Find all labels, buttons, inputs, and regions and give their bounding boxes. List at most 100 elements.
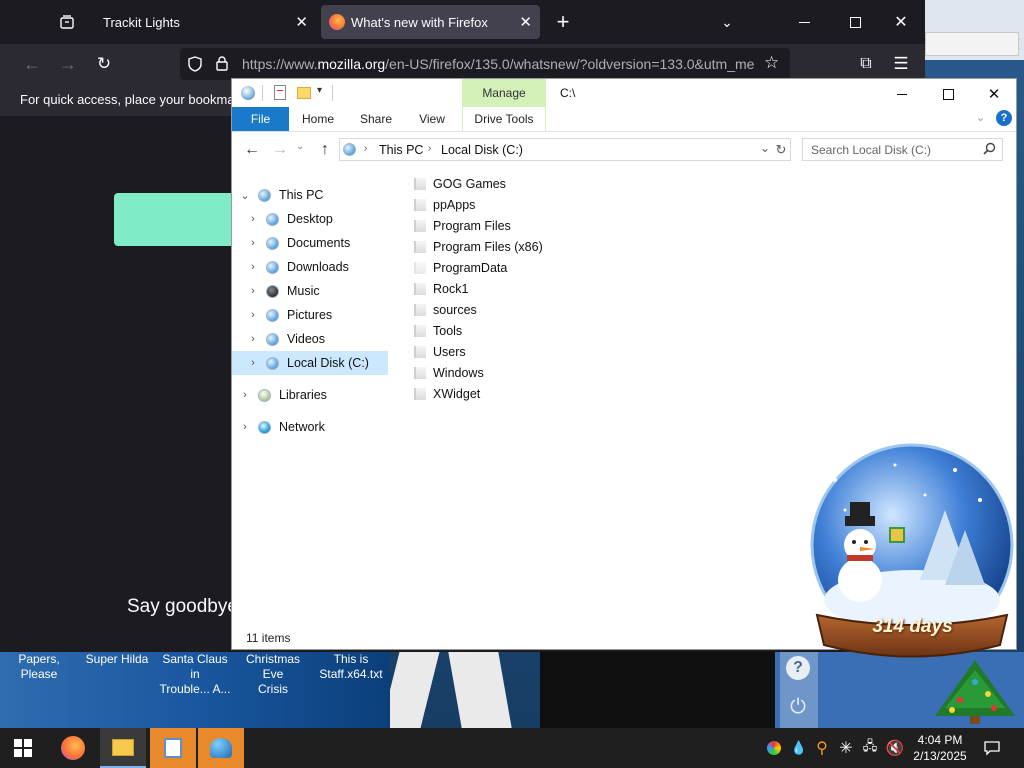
list-item[interactable]: Tools [414, 320, 462, 341]
search-input[interactable]: Search Local Disk (C:) [802, 138, 1003, 161]
address-field[interactable]: › This PC › Local Disk (C:) ⌄ [339, 138, 791, 161]
help-icon[interactable]: ? [996, 110, 1012, 126]
breadcrumb-this-pc[interactable]: This PC [379, 143, 423, 157]
list-item[interactable]: ProgramData [414, 257, 507, 278]
videos-icon [266, 332, 279, 346]
extensions-puzzle-icon[interactable]: ⧉ [854, 52, 878, 76]
desktop-icon-christmas-eve-crisis[interactable]: Christmas Eve Crisis [234, 652, 312, 697]
forward-arrow-icon[interactable]: → [56, 52, 80, 76]
tree-item-music[interactable]: › Music [246, 279, 396, 303]
taskbar-app-orange[interactable] [150, 728, 196, 768]
tray-volume-icon[interactable]: 🔇 [884, 728, 906, 768]
chevron-right-icon[interactable]: › [246, 285, 260, 297]
new-folder-icon[interactable] [297, 87, 311, 99]
list-item[interactable]: Rock1 [414, 278, 468, 299]
tray-snowflake-icon[interactable]: ✳ [836, 728, 856, 768]
back-arrow-icon[interactable]: ← [242, 140, 262, 160]
desktop-icon-super-hilda[interactable]: Super Hilda [80, 652, 154, 667]
maximize-icon[interactable] [843, 10, 867, 34]
tree-item-this-pc[interactable]: ⌄ This PC [238, 183, 388, 207]
list-item[interactable]: ppApps [414, 194, 475, 215]
chevron-right-icon[interactable]: › [246, 237, 260, 249]
tab-drive-tools[interactable]: Drive Tools [462, 107, 546, 131]
folder-icon [414, 261, 426, 274]
new-tab-plus-icon[interactable]: + [552, 9, 574, 34]
taskbar-file-explorer[interactable] [100, 728, 146, 768]
chevron-right-icon[interactable]: › [246, 357, 260, 369]
tray-colorful-icon[interactable] [764, 728, 784, 768]
firefox-logo-icon [61, 736, 85, 760]
desktop-icon-papers-please[interactable]: Papers, Please [0, 652, 78, 682]
tray-search-icon[interactable]: ⚲ [812, 728, 832, 768]
taskbar-firefox[interactable] [50, 728, 96, 768]
clock[interactable]: 4:04 PM 2/13/2025 [908, 728, 972, 768]
tree-item-downloads[interactable]: › Downloads [246, 255, 396, 279]
breadcrumb-local-disk[interactable]: Local Disk (C:) [441, 143, 523, 157]
desktop-icon-staff-txt[interactable]: This is Staff.x64.txt [314, 652, 388, 682]
forward-arrow-icon[interactable]: → [270, 140, 290, 160]
recent-locations-chevron-icon[interactable]: ⌄ [296, 141, 308, 159]
tab-share[interactable]: Share [350, 107, 402, 131]
hamburger-menu-icon[interactable]: ☰ [889, 52, 913, 76]
chevron-down-icon[interactable]: ⌄ [238, 189, 252, 202]
close-window-icon[interactable]: ✕ [980, 83, 1008, 105]
tab-whats-new[interactable]: What's new with Firefox ✕ [321, 5, 540, 39]
list-item[interactable]: Windows [414, 362, 484, 383]
tray-drop-icon[interactable]: 💧 [789, 728, 809, 768]
minimize-icon[interactable] [888, 83, 916, 105]
page-cta-button[interactable] [114, 193, 234, 246]
tree-item-documents[interactable]: › Documents [246, 231, 396, 255]
taskbar-app-widget[interactable] [198, 728, 244, 768]
up-arrow-icon[interactable]: ↑ [316, 140, 334, 160]
maximize-icon[interactable] [934, 83, 962, 105]
tab-list-icon[interactable] [52, 10, 82, 34]
manage-context-tab[interactable]: Manage [462, 79, 546, 107]
tree-item-videos[interactable]: › Videos [246, 327, 396, 351]
chevron-right-icon[interactable]: › [246, 213, 260, 225]
tray-network-icon[interactable]: 🖧 [860, 728, 880, 768]
close-window-icon[interactable]: ✕ [889, 10, 913, 34]
tree-item-local-disk[interactable]: › Local Disk (C:) [232, 351, 388, 375]
desktop-icon-santa-claus[interactable]: Santa Claus in Trouble... A... [156, 652, 234, 697]
folder-icon [414, 324, 426, 337]
ribbon-expand-chevron-icon[interactable]: ⌄ [976, 111, 990, 127]
tree-item-network[interactable]: › Network [238, 415, 388, 439]
refresh-icon[interactable]: ↻ [772, 140, 790, 160]
list-item[interactable]: sources [414, 299, 477, 320]
chevron-down-icon[interactable]: ⌄ [716, 10, 738, 34]
list-item[interactable]: GOG Games [414, 173, 506, 194]
tree-item-pictures[interactable]: › Pictures [246, 303, 396, 327]
qat-dropdown-icon[interactable]: ▾ [317, 85, 327, 99]
tree-item-libraries[interactable]: › Libraries [238, 383, 388, 407]
tab-trackit-lights[interactable]: Trackit Lights ✕ [92, 5, 316, 39]
tree-item-desktop[interactable]: › Desktop [246, 207, 396, 231]
minimize-icon[interactable] [792, 10, 816, 34]
properties-icon[interactable] [274, 85, 286, 100]
lock-icon[interactable] [216, 56, 228, 71]
tab-file[interactable]: File [232, 107, 289, 131]
chevron-right-icon[interactable]: › [238, 389, 252, 401]
list-item[interactable]: Program Files [414, 215, 511, 236]
chevron-right-icon[interactable]: › [246, 333, 260, 345]
notifications-icon[interactable] [980, 728, 1004, 768]
url-field[interactable]: https://www.mozilla.org/en-US/firefox/13… [180, 48, 790, 80]
star-bookmark-icon[interactable]: ☆ [764, 53, 779, 73]
back-arrow-icon[interactable]: ← [20, 52, 44, 76]
list-item[interactable]: XWidget [414, 383, 480, 404]
chevron-right-icon[interactable]: › [246, 261, 260, 273]
start-button[interactable] [0, 728, 46, 768]
shield-icon[interactable] [188, 56, 202, 72]
list-item[interactable]: Program Files (x86) [414, 236, 543, 257]
address-dropdown-icon[interactable]: ⌄ [760, 141, 770, 155]
tab-view[interactable]: View [409, 107, 455, 131]
power-widget-icon[interactable]: ⏻ [786, 695, 810, 719]
chevron-right-icon[interactable]: › [238, 421, 252, 433]
chevron-right-icon[interactable]: › [246, 309, 260, 321]
tab-home[interactable]: Home [294, 107, 342, 131]
snow-globe-widget[interactable]: 314 days [805, 440, 1020, 670]
close-icon[interactable]: ✕ [519, 13, 532, 31]
list-item[interactable]: Users [414, 341, 466, 362]
search-icon[interactable] [983, 142, 996, 155]
close-icon[interactable]: ✕ [295, 13, 308, 31]
reload-icon[interactable]: ↻ [92, 52, 116, 76]
